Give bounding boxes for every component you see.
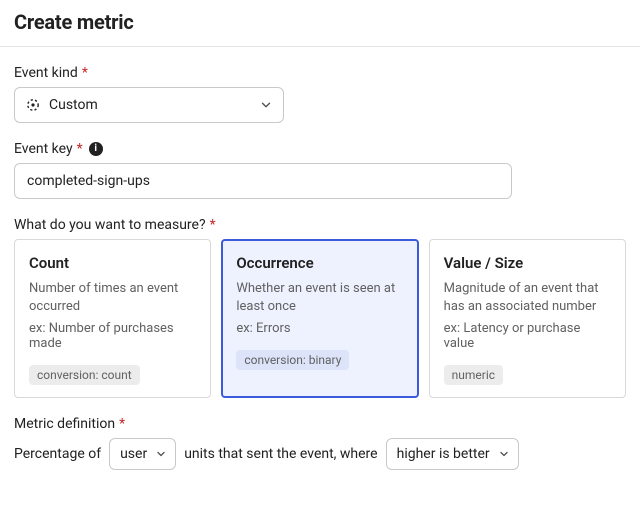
option-tag: conversion: binary: [236, 350, 349, 370]
metric-definition-label-text: Metric definition: [14, 416, 115, 432]
metric-definition-row: Percentage of user units that sent the e…: [14, 438, 626, 470]
chevron-down-icon: [259, 98, 273, 112]
create-metric-form: Event kind * Custom Event key: [0, 47, 640, 490]
direction-value: higher is better: [397, 446, 490, 462]
event-kind-label-text: Event kind: [14, 65, 78, 81]
measure-option-count[interactable]: Count Number of times an event occurred …: [14, 239, 211, 398]
event-kind-label: Event kind *: [14, 65, 626, 81]
option-title: Occurrence: [236, 254, 403, 272]
event-kind-field: Event kind * Custom: [14, 65, 626, 123]
direction-select[interactable]: higher is better: [386, 438, 519, 470]
option-title: Count: [29, 254, 196, 272]
event-kind-value: Custom: [49, 97, 98, 113]
page-title: Create metric: [14, 10, 626, 34]
required-marker: *: [77, 141, 83, 157]
event-key-label: Event key * i: [14, 141, 626, 157]
measure-label-text: What do you want to measure?: [14, 217, 206, 233]
measure-option-occurrence[interactable]: Occurrence Whether an event is seen at l…: [221, 239, 418, 398]
definition-middle: units that sent the event, where: [184, 446, 377, 462]
option-desc: Magnitude of an event that has an associ…: [444, 280, 611, 315]
event-kind-select[interactable]: Custom: [14, 87, 284, 123]
option-example: ex: Errors: [236, 321, 403, 336]
metric-definition-field: Metric definition * Percentage of user u…: [14, 416, 626, 470]
required-marker: *: [210, 217, 216, 233]
chevron-down-icon: [155, 448, 167, 460]
metric-definition-label: Metric definition *: [14, 416, 626, 432]
measure-label: What do you want to measure? *: [14, 217, 626, 233]
custom-event-icon: [25, 97, 41, 113]
measure-field: What do you want to measure? * Count Num…: [14, 217, 626, 398]
required-marker: *: [82, 65, 88, 81]
option-desc: Number of times an event occurred: [29, 280, 196, 315]
option-tag: conversion: count: [29, 365, 140, 385]
event-key-input[interactable]: [14, 163, 512, 199]
measure-option-value[interactable]: Value / Size Magnitude of an event that …: [429, 239, 626, 398]
required-marker: *: [119, 416, 125, 432]
option-tag: numeric: [444, 365, 503, 385]
definition-prefix: Percentage of: [14, 446, 101, 462]
unit-value: user: [120, 446, 147, 462]
option-desc: Whether an event is seen at least once: [236, 280, 403, 315]
info-icon[interactable]: i: [89, 142, 103, 156]
option-title: Value / Size: [444, 254, 611, 272]
chevron-down-icon: [498, 448, 510, 460]
option-example: ex: Latency or purchase value: [444, 321, 611, 351]
option-example: ex: Number of purchases made: [29, 321, 196, 351]
event-key-label-text: Event key: [14, 141, 73, 157]
unit-select[interactable]: user: [109, 438, 176, 470]
page-header: Create metric: [0, 0, 640, 47]
measure-options: Count Number of times an event occurred …: [14, 239, 626, 398]
event-key-field: Event key * i: [14, 141, 626, 199]
